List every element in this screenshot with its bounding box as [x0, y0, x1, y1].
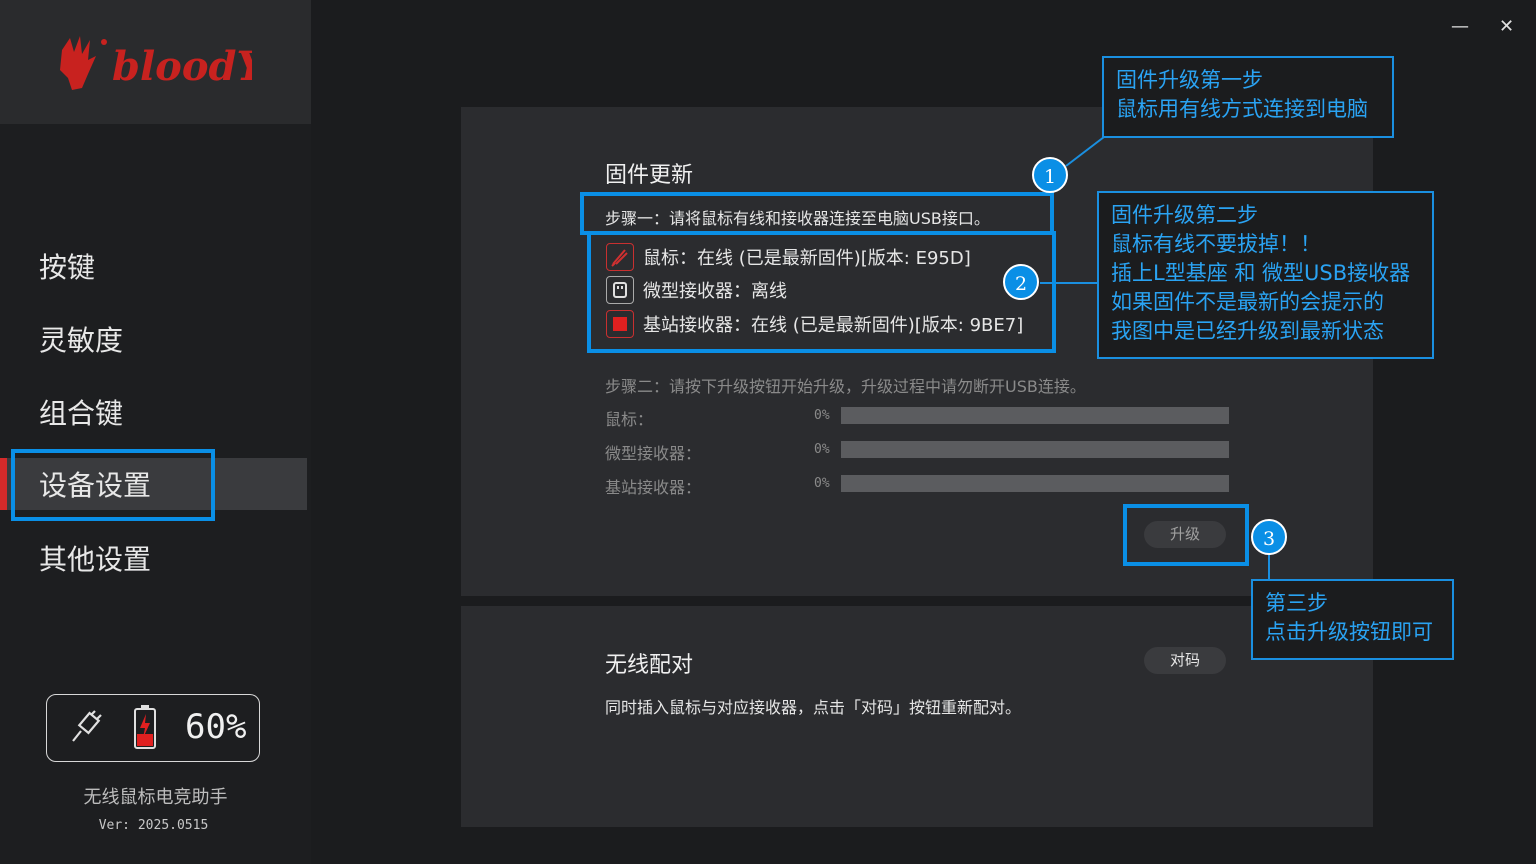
highlight-device-settings — [11, 449, 215, 521]
callout-step3: 第三步 点击升级按钮即可 — [1251, 579, 1454, 660]
marker-1: 1 — [1032, 157, 1068, 193]
callout-line: 鼠标有线不要拔掉！！ — [1111, 232, 1321, 256]
highlight-step1 — [580, 192, 1054, 235]
callout-line: 鼠标用有线方式连接到电脑 — [1116, 97, 1368, 121]
callout-line: 固件升级第一步 — [1116, 68, 1263, 92]
marker-3: 3 — [1251, 519, 1287, 555]
callout-line: 点击升级按钮即可 — [1265, 620, 1433, 644]
marker-2: 2 — [1003, 264, 1039, 300]
callout-line: 固件升级第二步 — [1111, 203, 1258, 227]
callout-line: 我图中是已经升级到最新状态 — [1111, 319, 1384, 343]
callout-line: 第三步 — [1265, 591, 1328, 615]
highlight-device-status — [587, 231, 1056, 353]
callout-step1: 固件升级第一步 鼠标用有线方式连接到电脑 — [1102, 56, 1394, 138]
callout-line: 插上L型基座 和 微型USB接收器 — [1111, 261, 1411, 285]
highlight-upgrade-button — [1123, 504, 1249, 566]
callout-step2: 固件升级第二步 鼠标有线不要拔掉！！ 插上L型基座 和 微型USB接收器 如果固… — [1097, 191, 1434, 359]
callout-line: 如果固件不是最新的会提示的 — [1111, 290, 1384, 314]
